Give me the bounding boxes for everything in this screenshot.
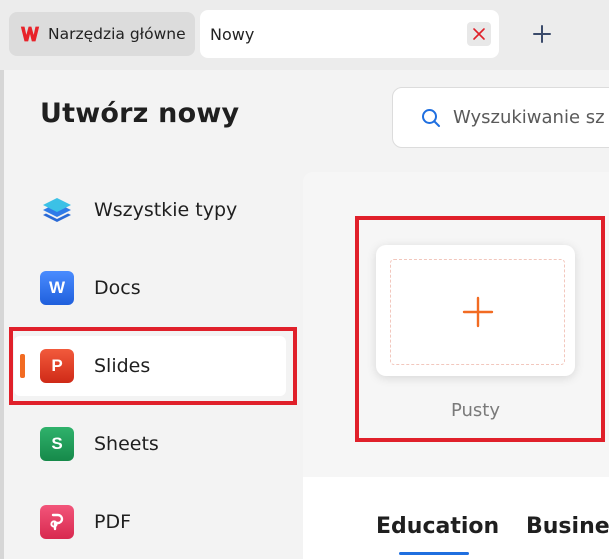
tab-new[interactable]: Nowy (200, 10, 499, 58)
plus-icon (533, 25, 551, 43)
sheets-icon-glyph: S (51, 434, 63, 453)
tab-bar: Narzędzia główne Nowy (0, 0, 609, 70)
new-tab-button[interactable] (528, 20, 556, 48)
highlight-box-blank (355, 216, 605, 442)
search-box[interactable] (392, 87, 609, 148)
sidebar-item-all-types[interactable]: Wszystkie typy (14, 180, 286, 240)
sidebar-item-pdf[interactable]: PDF (14, 492, 286, 552)
tab-new-label: Nowy (210, 24, 255, 44)
sidebar-item-label: PDF (94, 511, 132, 533)
layers-icon (40, 193, 74, 227)
wps-logo-icon (20, 26, 40, 42)
sidebar-item-sheets[interactable]: S Sheets (14, 414, 286, 474)
sidebar-item-label: Sheets (94, 433, 159, 455)
tab-home[interactable]: Narzędzia główne (9, 12, 195, 56)
close-icon (473, 28, 485, 40)
sidebar-item-docs[interactable]: W Docs (14, 258, 286, 318)
category-tab-indicator (399, 552, 469, 555)
pdf-icon (40, 505, 74, 539)
tab-home-label: Narzędzia główne (48, 25, 186, 43)
tab-close-button[interactable] (467, 22, 491, 46)
docs-icon-glyph: W (48, 278, 66, 297)
docs-icon: W (40, 271, 74, 305)
highlight-box-slides (9, 327, 297, 405)
sidebar-item-label: Wszystkie typy (94, 199, 238, 221)
category-tab-business[interactable]: Business (526, 514, 609, 539)
sidebar-item-label: Docs (94, 277, 141, 299)
sheets-icon: S (40, 427, 74, 461)
search-input[interactable] (453, 107, 609, 128)
category-tab-education[interactable]: Education (376, 514, 499, 539)
search-icon (422, 108, 440, 127)
page-title: Utwórz nowy (40, 98, 240, 129)
